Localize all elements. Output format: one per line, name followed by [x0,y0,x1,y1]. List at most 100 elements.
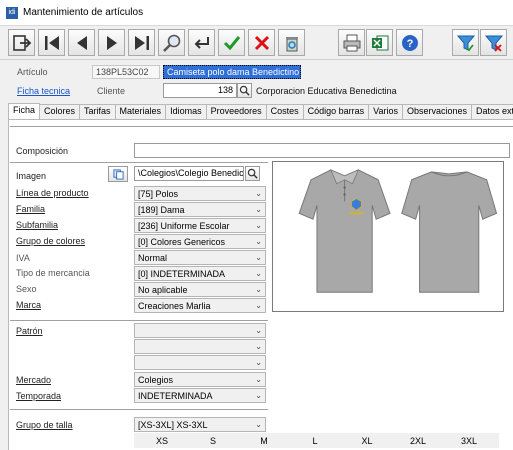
cliente-name: Corporacion Educativa Benedictina [256,86,397,96]
divider [10,320,268,321]
accept-button[interactable] [218,29,245,56]
temporada-value: INDETERMINADA [138,391,213,401]
tab-ficha[interactable]: Ficha [8,103,41,119]
tab-observaciones[interactable]: Observaciones [402,104,473,119]
patron-select-3[interactable]: ⌄ [134,355,266,370]
title-bar: idi Mantenimiento de artículos [0,0,513,26]
window-title: Mantenimiento de artículos [23,7,144,18]
grupo-talla-link[interactable]: Grupo de talla [16,420,73,430]
chevron-down-icon: ⌄ [255,375,262,384]
chevron-down-icon: ⌄ [255,326,262,335]
first-record-button[interactable] [38,29,65,56]
divider [10,126,513,127]
composicion-input[interactable] [134,143,510,158]
grupo-colores-link[interactable]: Grupo de colores [16,236,85,246]
divider [10,409,268,410]
composicion-label: Composición [16,146,69,156]
print-button[interactable] [338,29,365,56]
size-column-xl: XL [361,436,373,446]
app-icon: idi [6,6,18,19]
tab-datos-extra[interactable]: Datos extra [471,104,513,119]
ficha-tecnica-link[interactable]: Ficha tecnica [17,86,70,96]
clear-filter-button[interactable] [480,29,507,56]
subfamilia-link[interactable]: Subfamilia [16,220,58,230]
imagen-search-button[interactable] [245,166,260,181]
chevron-down-icon: ⌄ [255,205,262,214]
previous-record-button[interactable] [68,29,95,56]
cancel-button[interactable] [248,29,275,56]
familia-select[interactable]: [189] Dama ⌄ [134,202,266,217]
undo-button[interactable] [188,29,215,56]
linea-producto-select[interactable]: [75] Polos ⌄ [134,186,266,201]
tipo-mercancia-value: [0] INDETERMINADA [138,269,226,279]
svg-text:?: ? [406,38,413,50]
clear-filter-icon [484,35,503,52]
cancel-icon [254,35,269,50]
temporada-select[interactable]: INDETERMINADA ⌄ [134,388,266,403]
excel-icon [371,35,388,50]
chevron-down-icon: ⌄ [255,301,262,310]
size-column-m: M [260,436,268,446]
marca-link[interactable]: Marca [16,300,41,310]
patron-link[interactable]: Patrón [16,326,43,336]
delete-button[interactable] [278,29,305,56]
tab-idiomas[interactable]: Idiomas [165,104,207,119]
patron-select-1[interactable]: ⌄ [134,323,266,338]
mercado-select[interactable]: Colegios ⌄ [134,372,266,387]
familia-link[interactable]: Familia [16,204,45,214]
search-icon [239,85,250,96]
export-excel-button[interactable] [366,29,393,56]
size-column-3xl: 3XL [460,436,477,446]
familia-value: [189] Dama [138,205,185,215]
size-column-l: L [312,436,318,446]
articulo-code: 138PL53C02 [92,65,160,79]
filter-icon [456,35,475,51]
tipo-mercancia-label: Tipo de mercancia [16,268,90,278]
last-icon [134,35,149,50]
marca-value: Creaciones Marlia [138,301,211,311]
filter-button[interactable] [452,29,479,56]
tab-codigo-barras[interactable]: Código barras [302,104,370,119]
next-record-button[interactable] [98,29,125,56]
grupo-colores-select[interactable]: [0] Colores Genericos ⌄ [134,234,266,249]
chevron-down-icon: ⌄ [255,420,262,429]
linea-producto-link[interactable]: Línea de producto [16,188,89,198]
chevron-down-icon: ⌄ [255,358,262,367]
help-button[interactable]: ? [396,29,423,56]
grupo-talla-select[interactable]: [XS-3XL] XS-3XL ⌄ [134,417,266,432]
imagen-browse-button[interactable] [108,166,128,182]
search-button[interactable] [158,29,185,56]
sexo-label: Sexo [16,284,37,294]
sexo-select[interactable]: No aplicable ⌄ [134,282,266,297]
iva-select[interactable]: Normal ⌄ [134,250,266,265]
temporada-link[interactable]: Temporada [16,391,61,401]
tab-colores[interactable]: Colores [39,104,81,119]
exit-button[interactable] [8,29,35,56]
imagen-path-input[interactable]: \Colegios\Colegio Benedict [134,166,244,181]
tab-tarifas[interactable]: Tarifas [79,104,116,119]
marca-select[interactable]: Creaciones Marlia ⌄ [134,298,266,313]
subfamilia-select[interactable]: [236] Uniforme Escolar ⌄ [134,218,266,233]
last-record-button[interactable] [128,29,155,56]
tab-costes[interactable]: Costes [265,104,304,119]
tab-proveedores[interactable]: Proveedores [205,104,267,119]
tab-varios[interactable]: Varios [368,104,403,119]
articulo-name-input[interactable]: Camiseta polo dama Benedictino [163,65,301,79]
search-icon [247,168,258,179]
cliente-label: Cliente [97,86,126,96]
subfamilia-value: [236] Uniforme Escolar [138,221,230,231]
mercado-value: Colegios [138,375,174,385]
exit-icon [12,34,31,51]
cliente-search-button[interactable] [237,83,252,98]
tipo-mercancia-select[interactable]: [0] INDETERMINADA ⌄ [134,266,266,281]
tab-materiales[interactable]: Materiales [114,104,167,119]
mercado-link[interactable]: Mercado [16,375,51,385]
chevron-down-icon: ⌄ [255,189,262,198]
cliente-code-input[interactable]: 138 [163,83,237,98]
iva-label: IVA [16,253,30,263]
first-icon [44,35,59,50]
iva-value: Normal [138,253,168,263]
next-icon [106,35,117,50]
patron-select-2[interactable]: ⌄ [134,339,266,354]
imagen-label: Imagen [16,171,47,181]
